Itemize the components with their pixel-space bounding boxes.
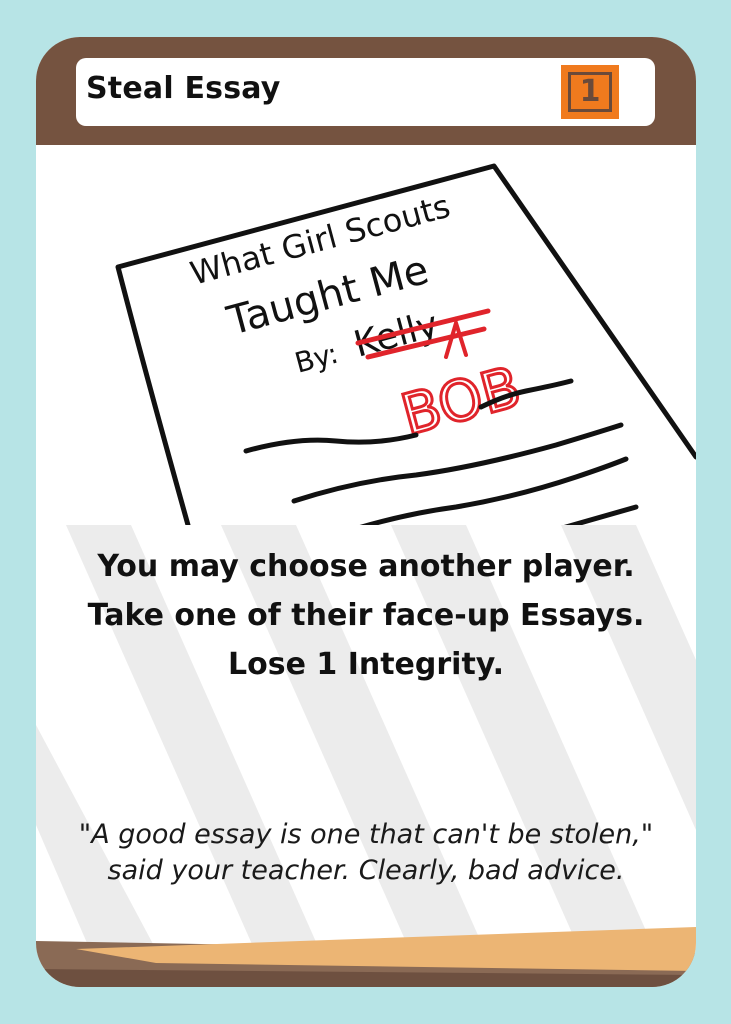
- game-card[interactable]: Steal Essay 1 What Girl Scouts Taught Me…: [36, 37, 696, 987]
- red-caret: [444, 316, 468, 359]
- flavor-text: "A good essay is one that can't be stole…: [78, 819, 654, 886]
- rule-line-1: You may choose another player.: [97, 549, 635, 584]
- card-footer: [36, 927, 696, 987]
- essay-illustration: What Girl Scouts Taught Me By: Kelly BOB: [115, 163, 696, 525]
- page: Steal Essay 1 What Girl Scouts Taught Me…: [0, 0, 731, 1024]
- cost-value: 1: [568, 72, 612, 112]
- rule-line-3: Lose 1 Integrity.: [228, 647, 504, 682]
- title-box: Steal Essay 1: [76, 58, 655, 126]
- card-header: Steal Essay 1: [36, 37, 696, 145]
- card-title: Steal Essay: [86, 71, 281, 106]
- card-rules: You may choose another player. Take one …: [36, 542, 696, 689]
- cost-badge: 1: [561, 65, 619, 119]
- essay-byline: By:: [291, 337, 341, 380]
- rule-line-2: Take one of their face-up Essays.: [87, 598, 645, 633]
